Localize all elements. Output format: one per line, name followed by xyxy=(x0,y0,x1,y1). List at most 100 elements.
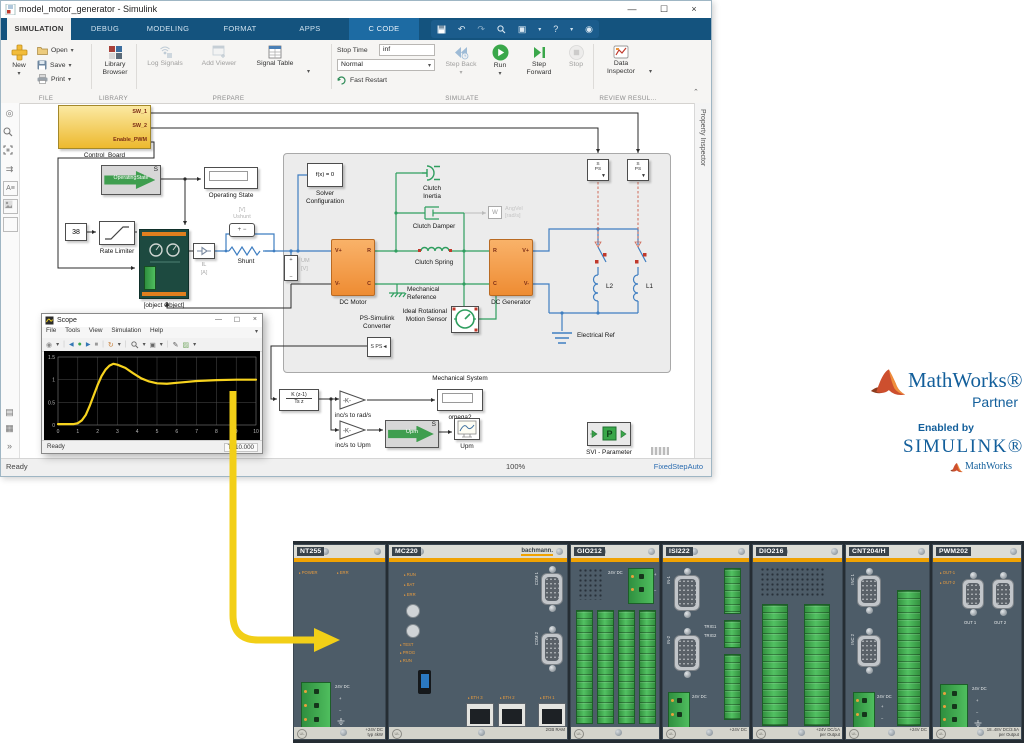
enabled-by-label: Enabled by xyxy=(918,422,974,434)
led-grid xyxy=(760,567,826,597)
rack-module-mc220: MC220 bachmann. RUN BAT ERR TEST PROG RU… xyxy=(388,544,568,740)
scope-window-title: Scope xyxy=(57,317,77,324)
scope-minimize-icon[interactable]: — xyxy=(215,316,222,323)
scope-close-icon[interactable]: × xyxy=(253,316,257,323)
scope-menu-file[interactable]: File xyxy=(46,327,56,334)
terminal-strip xyxy=(804,604,830,726)
upm-scope-label: Upm xyxy=(454,443,480,451)
com-port xyxy=(541,626,563,672)
scope-menu-view[interactable]: View xyxy=(89,327,103,334)
scope-zoom-icon[interactable] xyxy=(131,341,139,349)
scope-status-time: T=10.000 xyxy=(224,443,258,452)
simulink-wordmark: SIMULINK® xyxy=(903,436,1024,458)
svg-text:1.5: 1.5 xyxy=(48,355,55,361)
clutch-inertia-label: Clutch Inertia xyxy=(409,185,455,200)
bachmann-logo: bachmann. xyxy=(521,548,553,556)
hardware-rack: NT255 POWER ERR 24V DC + − UL+24V DC typ… xyxy=(293,541,1024,743)
current-sensor-block[interactable] xyxy=(193,243,215,259)
ground-icon xyxy=(337,718,345,725)
scope-brush-icon[interactable]: ▨ xyxy=(183,341,190,349)
terminal-strip xyxy=(597,610,614,724)
dc-motor-block[interactable]: V+ V- R C xyxy=(331,239,375,296)
module-name: NT255 xyxy=(297,547,324,556)
scope-menu-simulation[interactable]: Simulation xyxy=(111,327,141,334)
mathworks-wordmark: MathWorks® xyxy=(908,368,1023,393)
dc-generator-block[interactable]: R C V+ V- xyxy=(489,239,533,296)
constant-block[interactable]: 38 xyxy=(65,223,87,241)
mathworks-small-wordmark: MathWorks xyxy=(965,461,1012,472)
led-label: POWER xyxy=(299,570,318,575)
omega2-display-block[interactable] xyxy=(437,389,483,411)
simulink-ps-converter-1-block[interactable]: S PS▼ xyxy=(587,159,609,181)
scope-menu-more-icon[interactable]: ▾ xyxy=(255,328,258,335)
svg-text:-K-: -K- xyxy=(343,429,351,435)
control-board-block[interactable]: SW_1 SW_2 Enable_PWM xyxy=(58,105,151,149)
um-label: UM xyxy=(301,258,310,265)
ground-icon xyxy=(974,720,982,727)
svi-parameter-block[interactable]: P xyxy=(587,422,631,446)
resize-grip[interactable] xyxy=(651,447,669,455)
terminal-strip xyxy=(639,610,656,724)
gain2-block[interactable]: -K- xyxy=(339,420,367,440)
scope-step-forward-icon[interactable]: ▶ xyxy=(86,341,91,348)
rack-module-gio212: GIO212 24V DC + − UL xyxy=(570,544,660,740)
operating-state-display-block[interactable] xyxy=(204,167,258,189)
simulink-ps-converter-2-block[interactable]: S PS▼ xyxy=(627,159,649,181)
pwm202-block[interactable] xyxy=(139,229,189,299)
goto-upm-block[interactable]: Upm S xyxy=(385,420,439,448)
eth-port xyxy=(498,703,526,727)
eth-port xyxy=(538,703,566,727)
svg-text:5: 5 xyxy=(156,429,159,435)
status-solver[interactable]: FixedStepAuto xyxy=(654,462,703,471)
pwm-module-stripe xyxy=(142,232,186,236)
svg-text:4: 4 xyxy=(136,429,139,435)
svg-text:0.5: 0.5 xyxy=(48,400,55,406)
terminal-strip xyxy=(724,620,741,648)
rate-limiter-icon xyxy=(100,222,134,244)
scope-cursor-icon[interactable]: ✎ xyxy=(173,341,179,349)
terminal-strip xyxy=(897,590,921,726)
module-bottom-text: +24V DC typ 4kW xyxy=(365,728,383,738)
ushunt-unit: [V] xyxy=(229,207,255,214)
partner-label: Partner xyxy=(868,394,1018,410)
scope-menu-tools[interactable]: Tools xyxy=(65,327,80,334)
angvel-label: AngVel [rad/s] xyxy=(505,206,523,219)
solver-configuration-block[interactable]: f(x) = 0 xyxy=(307,163,343,187)
scope-menu-help[interactable]: Help xyxy=(150,327,163,334)
ushunt-voltmeter-block[interactable]: + − xyxy=(229,223,255,237)
rate-limiter-block[interactable] xyxy=(99,221,135,245)
scope-maximize-icon[interactable]: ☐ xyxy=(234,316,240,324)
current-sensor-unit: [A] xyxy=(193,270,215,277)
svg-text:8: 8 xyxy=(215,429,218,435)
svg-text:3: 3 xyxy=(116,429,119,435)
operating-state-goto-block[interactable]: OperatingState S xyxy=(101,165,161,195)
current-sensor-icon xyxy=(194,244,214,258)
angvel-sensor-block[interactable]: W xyxy=(488,206,502,219)
motion-sensor-block[interactable] xyxy=(451,306,479,333)
led-label: ERR xyxy=(337,570,349,575)
gain1-block[interactable]: -K- xyxy=(339,390,367,410)
cert-icon: UL xyxy=(574,729,584,739)
scope-status-bar: Ready T=10.000 xyxy=(42,440,262,453)
scope-stop-icon[interactable]: ■ xyxy=(94,342,98,348)
scope-status-ready: Ready xyxy=(47,443,65,450)
status-zoom: 100% xyxy=(506,462,525,471)
discrete-tf-block[interactable]: K (z-1) Ts z xyxy=(279,389,319,411)
scope-layout-icon[interactable]: ▣ xyxy=(150,341,156,349)
cert-icon: UL xyxy=(849,729,859,739)
pwm-module-connector xyxy=(144,266,156,290)
scope-run-icon[interactable]: ● xyxy=(78,341,82,348)
svi-parameter-label: SVI - Parameter xyxy=(579,449,639,457)
um-voltmeter-block[interactable]: +− xyxy=(284,255,298,281)
upm-scope-block[interactable] xyxy=(454,418,480,440)
svg-text:1: 1 xyxy=(52,378,55,384)
gear-icon[interactable]: ◉ xyxy=(46,341,52,349)
pwm-module-stripe2 xyxy=(142,292,186,296)
scope-restore-icon[interactable]: ↻ xyxy=(108,341,114,349)
shunt-label: Shunt xyxy=(229,258,263,266)
scope-step-back-icon[interactable]: ◀ xyxy=(69,341,74,348)
svg-text:P: P xyxy=(607,429,613,439)
pwm202-label: [object Object] xyxy=(124,302,204,310)
ps-simulink-converter-block[interactable]: S PS◄ xyxy=(367,337,391,357)
clutch-damper-label: Clutch Damper xyxy=(404,223,464,231)
